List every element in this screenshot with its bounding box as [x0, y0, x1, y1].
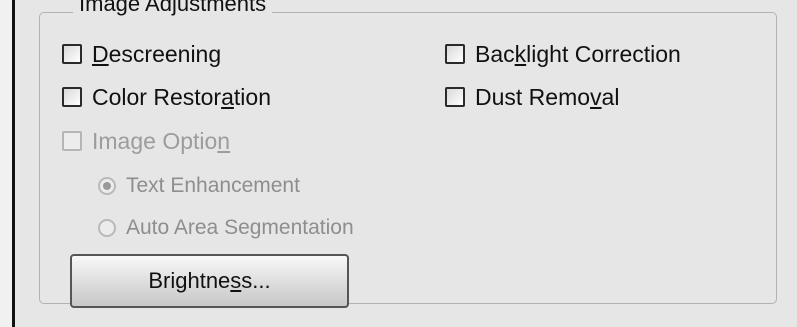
checkbox-label: Dust Removal — [475, 83, 620, 110]
brightness-button[interactable]: Brightne s s... — [70, 254, 349, 308]
image-option-checkbox[interactable]: Image Option — [62, 127, 230, 155]
descreening-checkbox[interactable]: Descreening — [62, 40, 221, 68]
checkbox-box[interactable] — [62, 44, 82, 64]
checkbox-label: Backlight Correction — [475, 40, 681, 67]
checkbox-box[interactable] — [445, 87, 465, 107]
radio-label: Auto Area Segmentation — [126, 216, 354, 239]
radio-selected-icon[interactable] — [98, 177, 116, 195]
checkbox-box[interactable] — [62, 131, 82, 151]
auto-area-segmentation-radio[interactable]: Auto Area Segmentation — [98, 215, 354, 241]
checkbox-box[interactable] — [62, 87, 82, 107]
group-title: Image Adjustments — [73, 0, 273, 20]
color-restoration-checkbox[interactable]: Color Restoration — [62, 83, 271, 111]
checkbox-label: Image Option — [92, 127, 231, 154]
checkbox-label: Color Restoration — [92, 83, 271, 110]
dust-removal-checkbox[interactable]: Dust Removal — [445, 83, 619, 111]
radio-unselected-icon[interactable] — [98, 219, 116, 237]
checkbox-label: Descreening — [92, 40, 222, 67]
radio-label: Text Enhancement — [126, 174, 300, 197]
checkbox-box[interactable] — [445, 44, 465, 64]
backlight-correction-checkbox[interactable]: Backlight Correction — [445, 40, 681, 68]
text-enhancement-radio[interactable]: Text Enhancement — [98, 173, 300, 199]
settings-panel: Image Adjustments Descreening Backlight … — [15, 0, 797, 327]
